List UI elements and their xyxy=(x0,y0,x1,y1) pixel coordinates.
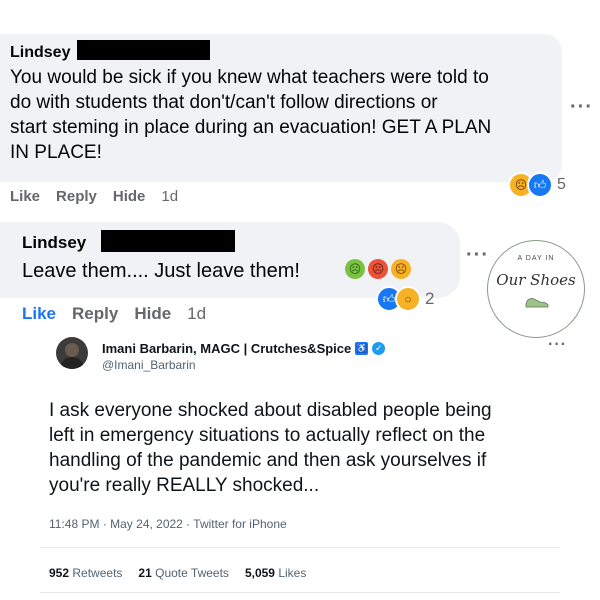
retweets-stat[interactable]: 952 Retweets xyxy=(49,566,122,580)
tweet-timestamp[interactable]: 11:48 PM · May 24, 2022 · Twitter for iP… xyxy=(49,517,287,531)
tweet-line: you're really REALLY shocked... xyxy=(49,475,320,496)
hide-button[interactable]: Hide xyxy=(113,188,146,205)
reaction-count: 2 xyxy=(425,289,435,308)
wheelchair-icon: ♿ xyxy=(355,342,369,355)
angry-face-icon: ☹ xyxy=(368,259,388,279)
reaction-summary[interactable]: 👍︎ ○ 2 xyxy=(376,286,434,312)
logo-main-text: Our Shoes xyxy=(496,271,576,289)
comment-line: IN PLACE! xyxy=(10,142,102,163)
comment-text: You would be sick if you knew what teach… xyxy=(10,65,491,165)
comment-line: You would be sick if you knew what teach… xyxy=(10,67,489,88)
tweet-line: handling of the pandemic and then ask yo… xyxy=(49,450,487,471)
quote-tweets-stat[interactable]: 21 Quote Tweets xyxy=(138,566,229,580)
tweet-author-name[interactable]: Imani Barbarin, MAGC | Crutches&Spice xyxy=(102,341,351,356)
like-button[interactable]: Like xyxy=(10,188,40,205)
comment-timestamp[interactable]: 1d xyxy=(187,304,206,323)
redaction-bar xyxy=(101,230,235,252)
comment-author-name[interactable]: Lindsey xyxy=(22,233,86,253)
divider xyxy=(40,592,560,593)
logo-top-text: A DAY IN xyxy=(517,255,555,262)
comment-line: start steming in place during an evacuat… xyxy=(10,117,492,138)
more-options-icon[interactable]: ··· xyxy=(548,336,567,354)
shoe-icon xyxy=(525,298,549,308)
tweet-stats: 952 Retweets 21 Quote Tweets 5,059 Likes xyxy=(49,566,322,580)
hide-button[interactable]: Hide xyxy=(134,304,171,323)
wow-emoji-icon: ○ xyxy=(395,286,421,312)
tweet-line: left in emergency situations to actually… xyxy=(49,425,486,446)
reply-button[interactable]: Reply xyxy=(72,304,118,323)
comment-author-name[interactable]: Lindsey xyxy=(10,44,70,62)
comment-emojis: ☹ ☹ ☹ xyxy=(345,259,411,279)
comment-line: do with students that don't/can't follow… xyxy=(10,92,438,113)
reply-button[interactable]: Reply xyxy=(56,188,97,205)
crying-face-icon: ☹ xyxy=(391,259,411,279)
comment-actions: Like Reply Hide 1d xyxy=(10,188,194,205)
tweet-line: I ask everyone shocked about disabled pe… xyxy=(49,400,492,421)
divider xyxy=(40,547,560,548)
comment-text: Leave them.... Just leave them! xyxy=(22,260,300,282)
comment-timestamp[interactable]: 1d xyxy=(161,188,178,205)
tweet-handle[interactable]: @Imani_Barbarin xyxy=(102,358,196,372)
comment-actions: Like Reply Hide 1d xyxy=(22,304,222,324)
tweet-author[interactable]: Imani Barbarin, MAGC | Crutches&Spice ♿ … xyxy=(102,341,386,356)
reaction-count: 5 xyxy=(557,176,566,193)
like-emoji-icon: 👍︎ xyxy=(527,172,553,198)
more-options-icon[interactable]: ··· xyxy=(466,244,489,267)
avatar[interactable] xyxy=(56,337,88,369)
more-options-icon[interactable]: ··· xyxy=(570,96,593,119)
likes-stat[interactable]: 5,059 Likes xyxy=(245,566,306,580)
sick-face-icon: ☹ xyxy=(345,259,365,279)
reaction-summary[interactable]: ☹ 👍︎ 5 xyxy=(508,172,566,198)
a-day-in-our-shoes-logo: A DAY IN Our Shoes xyxy=(487,240,585,338)
verified-badge-icon: ✓ xyxy=(372,342,386,355)
tweet-text: I ask everyone shocked about disabled pe… xyxy=(49,398,492,498)
like-button[interactable]: Like xyxy=(22,304,56,323)
redaction-bar xyxy=(77,40,210,60)
